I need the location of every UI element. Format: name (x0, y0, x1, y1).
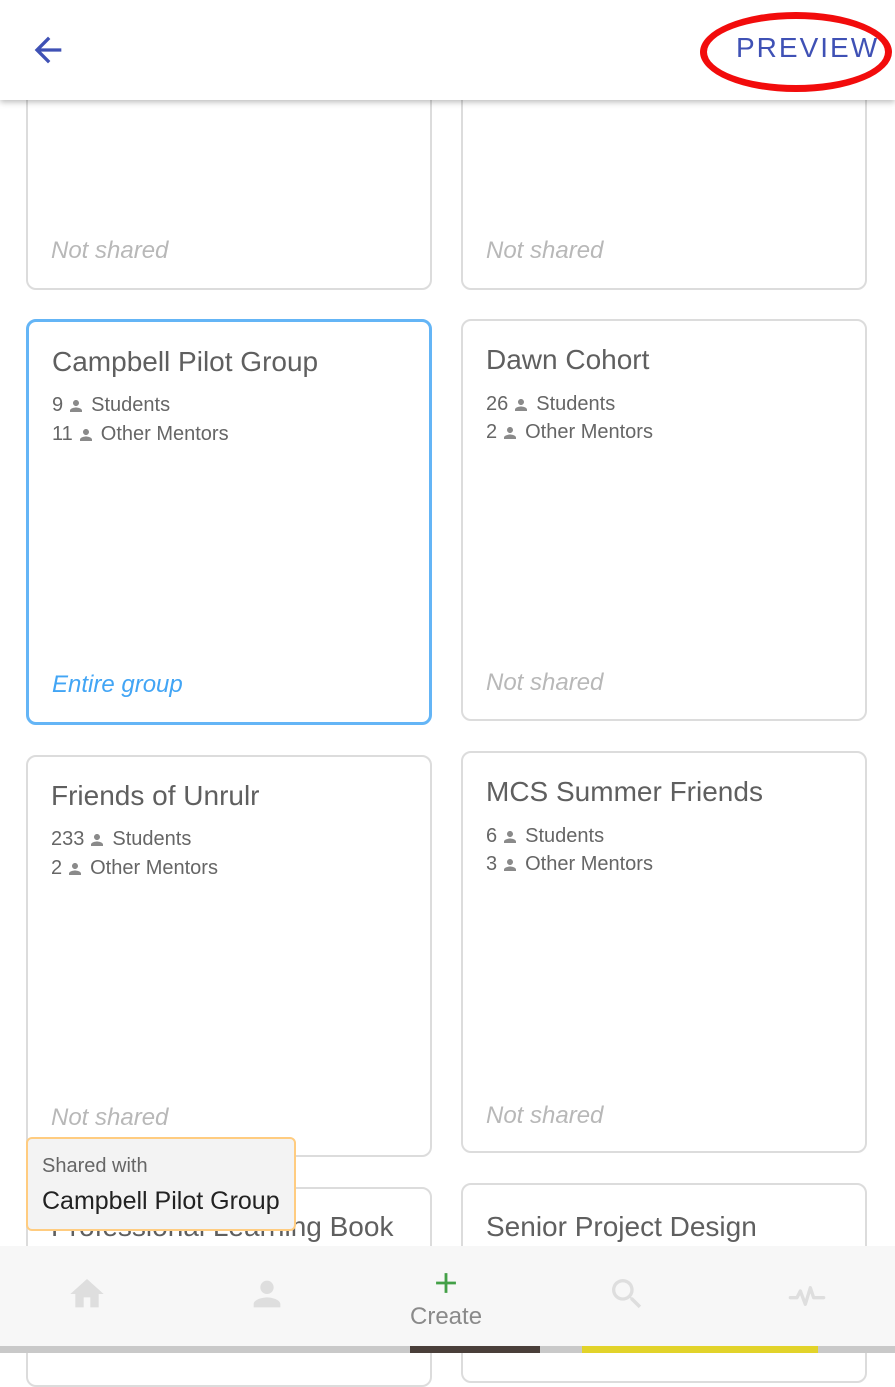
person-icon (504, 426, 517, 439)
activity-icon (788, 1286, 826, 1306)
mentor-count: 11 Other Mentors (52, 423, 229, 445)
person-icon (70, 399, 83, 412)
nav-activity[interactable] (767, 1246, 847, 1346)
home-icon (70, 1279, 104, 1308)
mentor-count: 2 Other Mentors (486, 421, 653, 443)
top-app-bar: PREVIEW (0, 0, 895, 100)
student-count: 9 Students (52, 394, 171, 416)
group-card-dawn-cohort[interactable]: Dawn Cohort 26 Students 2 Other Mentors … (461, 319, 867, 721)
nav-search[interactable] (587, 1246, 667, 1346)
share-status: Not shared (486, 1102, 604, 1129)
tooltip-label: Shared with (42, 1155, 148, 1177)
nav-create[interactable]: Create (396, 1246, 496, 1346)
group-title: Dawn Cohort (486, 344, 650, 375)
share-status: Not shared (51, 237, 169, 264)
share-status: Entire group (52, 671, 183, 698)
back-button[interactable] (28, 30, 68, 70)
student-count: 26 Students (486, 393, 616, 415)
bottom-navigation: Create (0, 1246, 895, 1346)
arrow-left-icon (34, 36, 62, 64)
student-count: 233 Students (51, 828, 192, 850)
nav-home[interactable] (47, 1246, 127, 1346)
group-card-campbell-pilot-group[interactable]: Campbell Pilot Group 9 Students 11 Other… (26, 319, 432, 725)
mentor-count: 3 Other Mentors (486, 853, 653, 875)
nav-profile[interactable] (227, 1246, 307, 1346)
person-icon (253, 1280, 281, 1308)
person-icon (504, 858, 517, 871)
nav-create-label: Create (410, 1303, 483, 1330)
group-title: MCS Summer Friends (486, 776, 763, 807)
person-icon (79, 428, 92, 441)
preview-button[interactable]: PREVIEW (736, 32, 879, 64)
share-status: Not shared (486, 669, 604, 696)
group-card-mcs-summer-friends[interactable]: MCS Summer Friends 6 Students 3 Other Me… (461, 751, 867, 1153)
group-title: Friends of Unrulr (51, 780, 260, 811)
person-icon (515, 398, 528, 411)
tooltip-value: Campbell Pilot Group (42, 1187, 280, 1215)
group-title: Campbell Pilot Group (52, 346, 319, 377)
share-status: Not shared (486, 237, 604, 264)
mentor-count: 2 Other Mentors (51, 857, 218, 879)
person-icon (91, 833, 104, 846)
search-icon (612, 1279, 642, 1309)
plus-icon (436, 1273, 456, 1293)
group-card-friends-of-unrulr[interactable]: Friends of Unrulr 233 Students 2 Other M… (26, 755, 432, 1157)
content-strip (0, 1346, 895, 1353)
student-count: 6 Students (486, 825, 605, 847)
shared-with-tooltip: Shared with Campbell Pilot Group (26, 1137, 296, 1231)
person-icon (504, 830, 517, 843)
share-status: Not shared (51, 1104, 169, 1131)
person-icon (69, 862, 82, 875)
